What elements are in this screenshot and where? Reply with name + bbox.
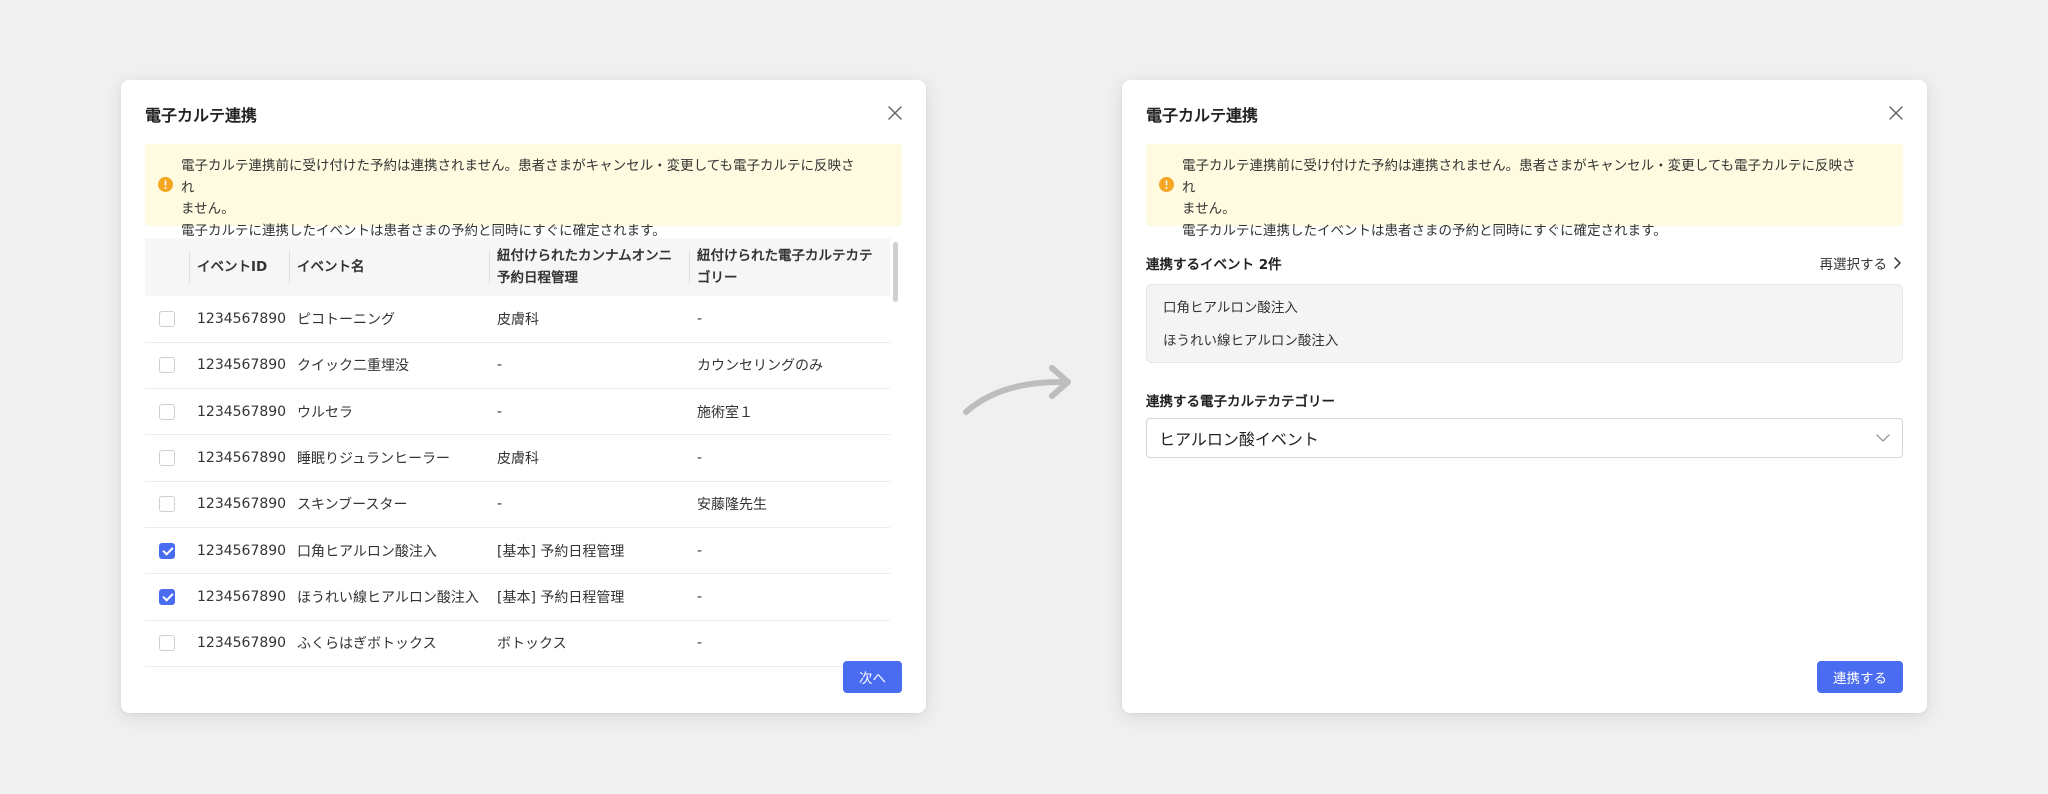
cell-event-name: ほうれい線ヒアルロン酸注入 [289,573,489,621]
row-checkbox-cell [145,620,189,667]
list-item: 口角ヒアルロン酸注入 [1163,300,1298,316]
cell-event-id: 1234567890 [189,296,289,343]
cell-linked-category: - [689,620,890,667]
cell-event-id: 1234567890 [189,573,289,621]
cell-linked-schedule: - [489,481,689,528]
cell-event-name: スキンブースター [289,481,489,528]
cell-linked-category: - [689,573,890,621]
row-checkbox[interactable] [159,496,175,513]
cell-event-id: 1234567890 [189,434,289,482]
table-row[interactable]: 1234567890 クイック二重埋没 - カウンセリングのみ [145,342,890,390]
cell-linked-schedule: - [489,388,689,436]
link-button[interactable]: 連携する [1817,661,1903,693]
row-checkbox[interactable] [159,635,175,652]
cell-linked-category: カウンセリングのみ [689,342,890,390]
row-checkbox-cell [145,296,189,343]
row-checkbox[interactable] [159,542,175,559]
category-selected-value: ヒアルロン酸イベント [1159,430,1319,449]
table-row[interactable]: 1234567890 スキンブースター - 安藤隆先生 [145,481,890,528]
row-checkbox[interactable] [159,450,175,467]
row-checkbox[interactable] [159,588,175,605]
cell-event-id: 1234567890 [189,527,289,575]
category-link-modal: 電子カルテ連携 電子カルテ連携前に受け付けた予約は連携されません。患者さまがキャ… [1122,80,1927,713]
cell-event-name: ウルセラ [289,388,489,436]
flow-arrow-icon [963,365,1071,415]
row-checkbox-cell [145,527,189,575]
cell-event-id: 1234567890 [189,620,289,667]
notice-text-1: 電子カルテ連携前に受け付けた予約は連携されません。患者さまがキャンセル・変更して… [181,158,855,196]
row-checkbox[interactable] [159,357,175,374]
cell-linked-category: - [689,296,890,343]
cell-linked-schedule: ボトックス [489,620,689,667]
reselect-link[interactable]: 再選択する [1820,253,1902,273]
header-linked-category: 紐付けられた電子カルテカテゴリー [689,238,890,296]
close-button[interactable] [886,104,904,122]
next-button[interactable]: 次へ [843,661,902,693]
event-table-container[interactable]: イベントID イベント名 紐付けられたカンナムオンニ予約日程管理 紐付けられた電… [145,238,902,671]
row-checkbox-cell [145,573,189,621]
warning-icon [1159,177,1174,192]
cell-event-name: ピコトーニング [289,296,489,343]
reselect-label: 再選択する [1819,257,1888,273]
table-row[interactable]: 1234567890 ウルセラ - 施術室１ [145,388,890,436]
notice-text-3: 電子カルテに連携したイベントは患者さまの予約と同時にすぐに確定されます。 [1182,222,1667,239]
header-event-name: イベント名 [289,238,489,296]
linked-events-label: 連携するイベント 2件 [1146,257,1282,273]
row-checkbox-cell [145,388,189,436]
cell-event-name: ふくらはぎボトックス [289,620,489,667]
cell-linked-category: 施術室１ [689,388,890,436]
table-row[interactable]: 1234567890 ほうれい線ヒアルロン酸注入 [基本] 予約日程管理 - [145,573,890,621]
row-checkbox[interactable] [159,403,175,420]
modal-title: 電子カルテ連携 [1146,106,1259,125]
chevron-right-icon [1894,257,1901,269]
warning-icon [158,177,173,192]
cell-event-id: 1234567890 [189,388,289,436]
close-icon [1889,106,1903,120]
close-icon [888,106,902,120]
cell-linked-schedule: 皮膚科 [489,296,689,343]
event-table: イベントID イベント名 紐付けられたカンナムオンニ予約日程管理 紐付けられた電… [145,238,890,667]
notice-text-2: ません。 [1182,201,1236,217]
category-label: 連携する電子カルテカテゴリー [1146,394,1335,410]
close-button[interactable] [1887,104,1905,122]
row-checkbox-cell [145,342,189,390]
cell-linked-schedule: 皮膚科 [489,434,689,482]
table-row[interactable]: 1234567890 睡眠りジュランヒーラー 皮膚科 - [145,434,890,482]
warning-notice: 電子カルテ連携前に受け付けた予約は連携されません。患者さまがキャンセル・変更して… [145,144,902,239]
table-row[interactable]: 1234567890 ふくらはぎボトックス ボトックス - [145,620,890,667]
header-checkbox-cell [145,238,189,296]
category-select[interactable]: ヒアルロン酸イベント [1146,418,1903,458]
table-scrollbar[interactable] [893,242,898,302]
event-selection-modal: 電子カルテ連携 電子カルテ連携前に受け付けた予約は連携されません。患者さまがキャ… [121,80,926,713]
row-checkbox-cell [145,481,189,528]
cell-event-id: 1234567890 [189,481,289,528]
cell-linked-schedule: - [489,342,689,390]
cell-event-name: 睡眠りジュランヒーラー [289,434,489,482]
cell-linked-schedule: [基本] 予約日程管理 [489,573,689,621]
cell-linked-category: - [689,527,890,575]
selected-events-list: 口角ヒアルロン酸注入 ほうれい線ヒアルロン酸注入 [1146,284,1903,363]
notice-text-2: ません。 [181,201,235,217]
cell-event-name: 口角ヒアルロン酸注入 [289,527,489,575]
header-event-id: イベントID [189,238,289,296]
table-row[interactable]: 1234567890 口角ヒアルロン酸注入 [基本] 予約日程管理 - [145,527,890,575]
cell-event-name: クイック二重埋没 [289,342,489,390]
chevron-down-icon [1876,434,1890,442]
warning-notice: 電子カルテ連携前に受け付けた予約は連携されません。患者さまがキャンセル・変更して… [1146,144,1903,239]
notice-text-1: 電子カルテ連携前に受け付けた予約は連携されません。患者さまがキャンセル・変更して… [1182,158,1856,196]
list-item: ほうれい線ヒアルロン酸注入 [1163,333,1339,349]
row-checkbox[interactable] [159,310,175,327]
cell-linked-category: - [689,434,890,482]
cell-linked-category: 安藤隆先生 [689,481,890,528]
cell-linked-schedule: [基本] 予約日程管理 [489,527,689,575]
modal-title: 電子カルテ連携 [145,106,258,125]
table-row[interactable]: 1234567890 ピコトーニング 皮膚科 - [145,296,890,343]
row-checkbox-cell [145,434,189,482]
header-linked-schedule: 紐付けられたカンナムオンニ予約日程管理 [489,238,689,296]
cell-event-id: 1234567890 [189,342,289,390]
table-header-row: イベントID イベント名 紐付けられたカンナムオンニ予約日程管理 紐付けられた電… [145,238,890,296]
